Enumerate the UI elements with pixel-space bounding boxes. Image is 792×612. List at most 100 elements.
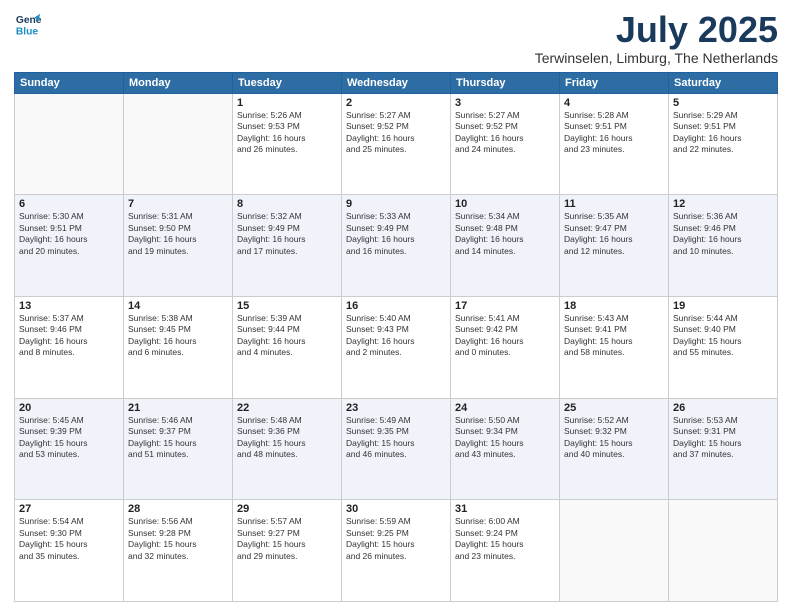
table-row: 18Sunrise: 5:43 AM Sunset: 9:41 PM Dayli… xyxy=(560,296,669,398)
calendar-table: Sunday Monday Tuesday Wednesday Thursday… xyxy=(14,72,778,602)
day-info: Sunrise: 5:46 AM Sunset: 9:37 PM Dayligh… xyxy=(128,415,228,461)
svg-text:Blue: Blue xyxy=(16,26,39,37)
day-info: Sunrise: 6:00 AM Sunset: 9:24 PM Dayligh… xyxy=(455,516,555,562)
day-number: 4 xyxy=(564,97,664,109)
day-number: 19 xyxy=(673,300,773,312)
day-info: Sunrise: 5:44 AM Sunset: 9:40 PM Dayligh… xyxy=(673,313,773,359)
day-number: 21 xyxy=(128,402,228,414)
col-tuesday: Tuesday xyxy=(233,72,342,93)
day-info: Sunrise: 5:29 AM Sunset: 9:51 PM Dayligh… xyxy=(673,110,773,156)
header: General Blue July 2025 Terwinselen, Limb… xyxy=(14,10,778,66)
logo: General Blue xyxy=(14,10,42,38)
table-row: 12Sunrise: 5:36 AM Sunset: 9:46 PM Dayli… xyxy=(669,195,778,297)
day-number: 26 xyxy=(673,402,773,414)
day-number: 16 xyxy=(346,300,446,312)
table-row: 26Sunrise: 5:53 AM Sunset: 9:31 PM Dayli… xyxy=(669,398,778,500)
subtitle: Terwinselen, Limburg, The Netherlands xyxy=(535,50,778,66)
day-info: Sunrise: 5:31 AM Sunset: 9:50 PM Dayligh… xyxy=(128,211,228,257)
table-row: 16Sunrise: 5:40 AM Sunset: 9:43 PM Dayli… xyxy=(342,296,451,398)
day-number: 29 xyxy=(237,503,337,515)
calendar-week-2: 6Sunrise: 5:30 AM Sunset: 9:51 PM Daylig… xyxy=(15,195,778,297)
calendar-week-1: 1Sunrise: 5:26 AM Sunset: 9:53 PM Daylig… xyxy=(15,93,778,195)
table-row: 20Sunrise: 5:45 AM Sunset: 9:39 PM Dayli… xyxy=(15,398,124,500)
day-number: 3 xyxy=(455,97,555,109)
col-monday: Monday xyxy=(124,72,233,93)
table-row: 7Sunrise: 5:31 AM Sunset: 9:50 PM Daylig… xyxy=(124,195,233,297)
col-sunday: Sunday xyxy=(15,72,124,93)
table-row: 4Sunrise: 5:28 AM Sunset: 9:51 PM Daylig… xyxy=(560,93,669,195)
day-number: 12 xyxy=(673,198,773,210)
day-number: 7 xyxy=(128,198,228,210)
day-info: Sunrise: 5:37 AM Sunset: 9:46 PM Dayligh… xyxy=(19,313,119,359)
col-thursday: Thursday xyxy=(451,72,560,93)
day-info: Sunrise: 5:39 AM Sunset: 9:44 PM Dayligh… xyxy=(237,313,337,359)
table-row xyxy=(560,500,669,602)
table-row: 3Sunrise: 5:27 AM Sunset: 9:52 PM Daylig… xyxy=(451,93,560,195)
day-number: 31 xyxy=(455,503,555,515)
day-info: Sunrise: 5:57 AM Sunset: 9:27 PM Dayligh… xyxy=(237,516,337,562)
table-row: 29Sunrise: 5:57 AM Sunset: 9:27 PM Dayli… xyxy=(233,500,342,602)
day-info: Sunrise: 5:28 AM Sunset: 9:51 PM Dayligh… xyxy=(564,110,664,156)
day-number: 25 xyxy=(564,402,664,414)
table-row: 28Sunrise: 5:56 AM Sunset: 9:28 PM Dayli… xyxy=(124,500,233,602)
calendar-week-5: 27Sunrise: 5:54 AM Sunset: 9:30 PM Dayli… xyxy=(15,500,778,602)
day-info: Sunrise: 5:27 AM Sunset: 9:52 PM Dayligh… xyxy=(455,110,555,156)
day-number: 28 xyxy=(128,503,228,515)
table-row: 13Sunrise: 5:37 AM Sunset: 9:46 PM Dayli… xyxy=(15,296,124,398)
day-info: Sunrise: 5:43 AM Sunset: 9:41 PM Dayligh… xyxy=(564,313,664,359)
day-info: Sunrise: 5:40 AM Sunset: 9:43 PM Dayligh… xyxy=(346,313,446,359)
table-row: 6Sunrise: 5:30 AM Sunset: 9:51 PM Daylig… xyxy=(15,195,124,297)
day-info: Sunrise: 5:52 AM Sunset: 9:32 PM Dayligh… xyxy=(564,415,664,461)
table-row: 9Sunrise: 5:33 AM Sunset: 9:49 PM Daylig… xyxy=(342,195,451,297)
calendar-week-4: 20Sunrise: 5:45 AM Sunset: 9:39 PM Dayli… xyxy=(15,398,778,500)
day-number: 27 xyxy=(19,503,119,515)
table-row: 10Sunrise: 5:34 AM Sunset: 9:48 PM Dayli… xyxy=(451,195,560,297)
day-number: 23 xyxy=(346,402,446,414)
day-info: Sunrise: 5:35 AM Sunset: 9:47 PM Dayligh… xyxy=(564,211,664,257)
day-info: Sunrise: 5:34 AM Sunset: 9:48 PM Dayligh… xyxy=(455,211,555,257)
col-friday: Friday xyxy=(560,72,669,93)
day-info: Sunrise: 5:50 AM Sunset: 9:34 PM Dayligh… xyxy=(455,415,555,461)
table-row xyxy=(669,500,778,602)
day-info: Sunrise: 5:36 AM Sunset: 9:46 PM Dayligh… xyxy=(673,211,773,257)
day-info: Sunrise: 5:56 AM Sunset: 9:28 PM Dayligh… xyxy=(128,516,228,562)
col-wednesday: Wednesday xyxy=(342,72,451,93)
day-number: 17 xyxy=(455,300,555,312)
day-number: 14 xyxy=(128,300,228,312)
table-row: 8Sunrise: 5:32 AM Sunset: 9:49 PM Daylig… xyxy=(233,195,342,297)
table-row: 23Sunrise: 5:49 AM Sunset: 9:35 PM Dayli… xyxy=(342,398,451,500)
day-number: 24 xyxy=(455,402,555,414)
table-row xyxy=(15,93,124,195)
day-info: Sunrise: 5:48 AM Sunset: 9:36 PM Dayligh… xyxy=(237,415,337,461)
day-number: 9 xyxy=(346,198,446,210)
title-block: July 2025 Terwinselen, Limburg, The Neth… xyxy=(535,10,778,66)
table-row: 15Sunrise: 5:39 AM Sunset: 9:44 PM Dayli… xyxy=(233,296,342,398)
day-number: 30 xyxy=(346,503,446,515)
day-number: 22 xyxy=(237,402,337,414)
header-row: Sunday Monday Tuesday Wednesday Thursday… xyxy=(15,72,778,93)
table-row: 14Sunrise: 5:38 AM Sunset: 9:45 PM Dayli… xyxy=(124,296,233,398)
table-row: 11Sunrise: 5:35 AM Sunset: 9:47 PM Dayli… xyxy=(560,195,669,297)
day-number: 20 xyxy=(19,402,119,414)
day-info: Sunrise: 5:59 AM Sunset: 9:25 PM Dayligh… xyxy=(346,516,446,562)
day-info: Sunrise: 5:30 AM Sunset: 9:51 PM Dayligh… xyxy=(19,211,119,257)
day-number: 1 xyxy=(237,97,337,109)
day-number: 6 xyxy=(19,198,119,210)
day-info: Sunrise: 5:41 AM Sunset: 9:42 PM Dayligh… xyxy=(455,313,555,359)
day-number: 13 xyxy=(19,300,119,312)
table-row: 21Sunrise: 5:46 AM Sunset: 9:37 PM Dayli… xyxy=(124,398,233,500)
table-row: 22Sunrise: 5:48 AM Sunset: 9:36 PM Dayli… xyxy=(233,398,342,500)
day-info: Sunrise: 5:33 AM Sunset: 9:49 PM Dayligh… xyxy=(346,211,446,257)
day-info: Sunrise: 5:38 AM Sunset: 9:45 PM Dayligh… xyxy=(128,313,228,359)
day-number: 15 xyxy=(237,300,337,312)
table-row: 17Sunrise: 5:41 AM Sunset: 9:42 PM Dayli… xyxy=(451,296,560,398)
calendar-week-3: 13Sunrise: 5:37 AM Sunset: 9:46 PM Dayli… xyxy=(15,296,778,398)
day-number: 5 xyxy=(673,97,773,109)
table-row: 2Sunrise: 5:27 AM Sunset: 9:52 PM Daylig… xyxy=(342,93,451,195)
table-row: 31Sunrise: 6:00 AM Sunset: 9:24 PM Dayli… xyxy=(451,500,560,602)
main-title: July 2025 xyxy=(535,10,778,50)
day-info: Sunrise: 5:45 AM Sunset: 9:39 PM Dayligh… xyxy=(19,415,119,461)
day-info: Sunrise: 5:26 AM Sunset: 9:53 PM Dayligh… xyxy=(237,110,337,156)
day-number: 10 xyxy=(455,198,555,210)
day-number: 8 xyxy=(237,198,337,210)
